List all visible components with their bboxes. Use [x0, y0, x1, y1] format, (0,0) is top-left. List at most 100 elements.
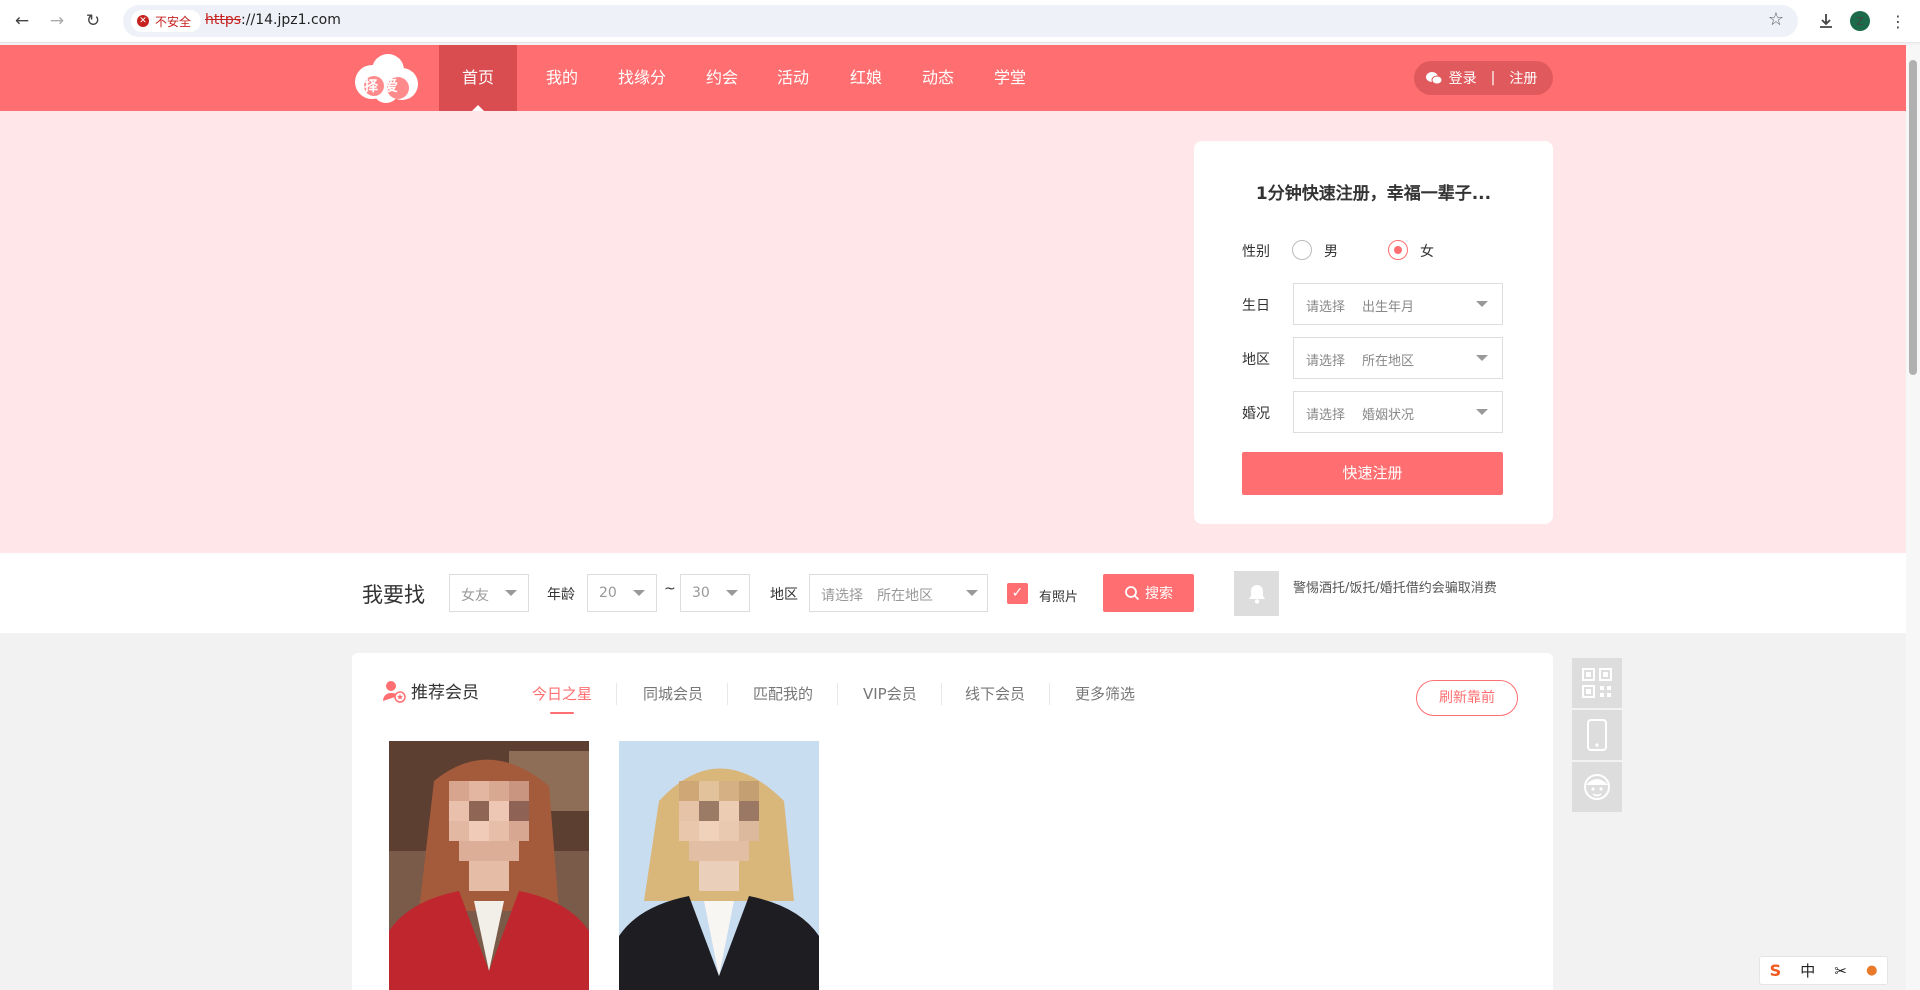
nav-moments[interactable]: 动态 — [922, 45, 954, 111]
gender-label: 性别 — [1242, 244, 1270, 260]
ime-skin-icon[interactable]: ● — [1866, 963, 1877, 978]
chevron-down-icon — [1476, 409, 1488, 415]
quick-register-button[interactable]: 快速注册 — [1242, 452, 1503, 495]
age-min-select[interactable]: 20 — [587, 574, 657, 612]
search-region-select[interactable]: 请选择 所在地区 — [809, 574, 988, 612]
region-select[interactable]: 请选择 所在地区 — [1293, 337, 1503, 379]
has-photo-label[interactable]: 有照片 — [1039, 586, 1078, 605]
chevron-down-icon — [1476, 355, 1488, 361]
chevron-down-icon — [966, 590, 978, 596]
logo-text: 择爱 — [364, 79, 404, 95]
back-icon[interactable]: ← — [10, 9, 34, 33]
age-max-value: 30 — [692, 585, 710, 601]
menu-kebab-icon[interactable]: ⋮ — [1886, 9, 1910, 33]
region-placeholder: 所在地区 — [1362, 354, 1415, 369]
page-scrollbar[interactable] — [1906, 45, 1920, 990]
has-photo-checkbox[interactable]: ✓ — [1007, 583, 1028, 604]
wechat-icon — [1425, 72, 1442, 85]
marital-label: 婚况 — [1242, 406, 1270, 422]
scissors-icon[interactable]: ✂ — [1834, 962, 1847, 980]
chevron-down-icon — [505, 590, 517, 596]
member-photo[interactable] — [619, 741, 819, 990]
chevron-down-icon — [1476, 301, 1488, 307]
tab-today-star[interactable]: 今日之星 — [532, 683, 592, 714]
login-link[interactable]: 登录 — [1449, 68, 1477, 88]
refresh-top-button[interactable]: 刷新靠前 — [1416, 680, 1518, 716]
quick-register-card: 1分钟快速注册，幸福一辈子... 性别 男 女 生日 请选择 出生年月 地区 请… — [1194, 141, 1553, 524]
safety-notice[interactable]: 警惕酒托/饭托/婚托借约会骗取消费 — [1293, 577, 1497, 596]
search-region-placeholder: 所在地区 — [877, 588, 933, 604]
nav-activities[interactable]: 活动 — [777, 45, 809, 111]
birthday-placeholder: 出生年月 — [1362, 300, 1415, 315]
age-max-select[interactable]: 30 — [680, 574, 750, 612]
tab-divider — [1049, 683, 1050, 705]
customer-service-icon[interactable] — [1572, 762, 1622, 812]
security-chip[interactable]: ✕ 不安全 — [131, 10, 202, 32]
mobile-phone-icon[interactable] — [1572, 710, 1622, 760]
nav-home[interactable]: 首页 — [439, 45, 517, 111]
tab-offline[interactable]: 线下会员 — [965, 683, 1025, 704]
qr-code-icon[interactable] — [1572, 658, 1622, 708]
gender-female-label[interactable]: 女 — [1420, 241, 1434, 261]
browser-toolbar: ← → ↻ ✕ 不安全 https://14.jpz1.com ☆ Z ⋮ — [0, 0, 1920, 43]
tab-divider — [616, 683, 617, 705]
search-button-label: 搜索 — [1145, 586, 1173, 602]
gender-female-radio[interactable] — [1388, 240, 1408, 260]
ime-language-toggle[interactable]: 中 — [1800, 960, 1815, 981]
nav-matchmaker[interactable]: 红娘 — [850, 45, 882, 111]
members-heading: 推荐会员 — [382, 678, 479, 703]
target-value: 女友 — [461, 588, 489, 604]
search-title: 我要找 — [362, 583, 425, 607]
nav-mine[interactable]: 我的 — [546, 45, 578, 111]
ime-logo-icon[interactable]: S — [1770, 961, 1782, 980]
region-prefix: 请选择 — [1306, 354, 1346, 369]
birthday-label: 生日 — [1242, 298, 1270, 314]
login-register-box: 登录 | 注册 — [1414, 61, 1553, 95]
ime-toolbar: S 中 ✂ ● — [1759, 956, 1888, 985]
warning-icon: ✕ — [137, 15, 149, 27]
hero-banner — [0, 111, 1906, 553]
member-photo[interactable] — [389, 741, 589, 990]
nav-find-match[interactable]: 找缘分 — [618, 45, 666, 111]
target-select[interactable]: 女友 — [449, 574, 529, 612]
scrollbar-thumb[interactable] — [1909, 60, 1917, 375]
register-link[interactable]: 注册 — [1509, 68, 1537, 88]
search-button[interactable]: 搜索 — [1103, 574, 1194, 612]
chevron-down-icon — [726, 590, 738, 596]
download-icon[interactable] — [1814, 9, 1838, 33]
register-title: 1分钟快速注册，幸福一辈子... — [1255, 184, 1492, 204]
recommended-members-card: 推荐会员 今日之星 同城会员 匹配我的 VIP会员 线下会员 更多筛选 刷新靠前 — [352, 653, 1553, 990]
age-label: 年龄 — [547, 587, 575, 603]
member-star-icon — [383, 680, 406, 703]
site-navbar: 择爱 首页 我的 找缘分 约会 活动 红娘 动态 学堂 登录 | 注册 — [0, 45, 1906, 111]
tab-matches-me[interactable]: 匹配我的 — [753, 683, 813, 704]
birthday-select[interactable]: 请选择 出生年月 — [1293, 283, 1503, 325]
tab-more-filters[interactable]: 更多筛选 — [1075, 683, 1135, 704]
url-text[interactable]: https://14.jpz1.com — [205, 12, 341, 28]
age-min-value: 20 — [599, 585, 617, 601]
forward-icon[interactable]: → — [45, 9, 69, 33]
search-region-label: 地区 — [770, 587, 798, 603]
birthday-prefix: 请选择 — [1306, 300, 1346, 315]
marital-select[interactable]: 请选择 婚姻状况 — [1293, 391, 1503, 433]
reload-icon[interactable]: ↻ — [81, 9, 105, 33]
nav-dating[interactable]: 约会 — [706, 45, 738, 111]
security-label: 不安全 — [155, 14, 192, 29]
chevron-down-icon — [633, 590, 645, 596]
address-bar[interactable]: ✕ 不安全 https://14.jpz1.com ☆ — [123, 5, 1798, 37]
search-region-prefix: 请选择 — [821, 588, 863, 604]
tab-vip[interactable]: VIP会员 — [863, 683, 917, 704]
profile-avatar[interactable]: Z — [1850, 11, 1870, 31]
gender-male-label[interactable]: 男 — [1324, 241, 1338, 261]
site-logo[interactable]: 择爱 — [352, 52, 420, 104]
marital-placeholder: 婚姻状况 — [1362, 408, 1415, 423]
login-divider: | — [1490, 70, 1496, 86]
region-label: 地区 — [1242, 352, 1270, 368]
age-tilde: ~ — [664, 581, 676, 597]
gender-male-radio[interactable] — [1292, 240, 1312, 260]
url-host: ://14.jpz1.com — [241, 12, 341, 28]
nav-school[interactable]: 学堂 — [994, 45, 1026, 111]
tab-same-city[interactable]: 同城会员 — [643, 683, 703, 704]
bell-icon — [1234, 571, 1279, 616]
bookmark-star-icon[interactable]: ☆ — [1768, 9, 1784, 30]
